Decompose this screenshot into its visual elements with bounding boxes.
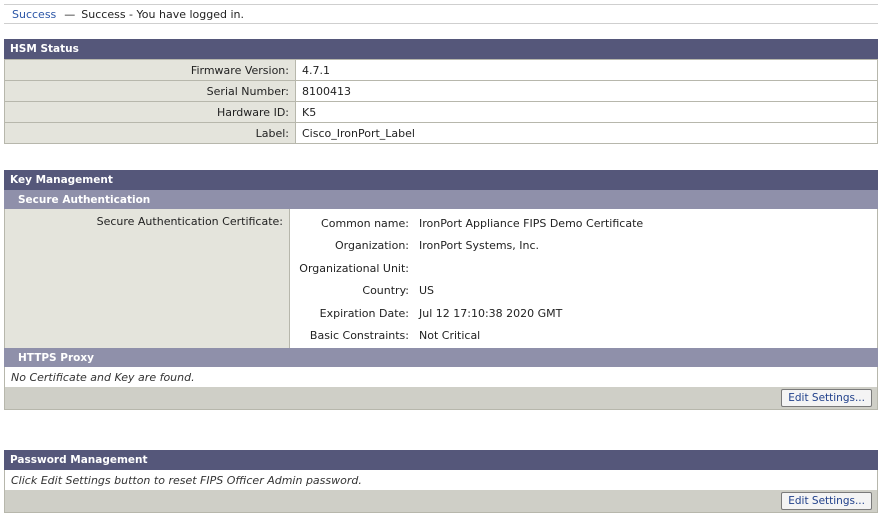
hsm-label: Label: bbox=[4, 122, 296, 144]
cert-field: Organizational Unit: bbox=[290, 257, 877, 280]
hsm-value: Cisco_IronPort_Label bbox=[295, 122, 878, 144]
password-management-panel: Password Management Click Edit Settings … bbox=[4, 450, 878, 513]
hsm-value: K5 bbox=[295, 101, 878, 123]
cert-field-value: IronPort Appliance FIPS Demo Certificate bbox=[419, 216, 644, 230]
https-proxy-title: HTTPS Proxy bbox=[4, 348, 878, 367]
cert-field-value: IronPort Systems, Inc. bbox=[419, 239, 540, 253]
key-management-actions: Edit Settings... bbox=[4, 387, 878, 410]
hsm-label: Firmware Version: bbox=[4, 59, 296, 81]
cert-field-label: Country: bbox=[362, 284, 409, 298]
hsm-row-label: Label: Cisco_IronPort_Label bbox=[4, 122, 878, 144]
cert-field-label: Basic Constraints: bbox=[309, 329, 409, 343]
hsm-row-serial: Serial Number: 8100413 bbox=[4, 80, 878, 102]
success-notice: Success — Success - You have logged in. bbox=[4, 4, 878, 24]
cert-field-value: Not Critical bbox=[419, 329, 481, 343]
cert-field: Basic Constraints: Not Critical bbox=[290, 325, 877, 348]
cert-field-value: Jul 12 17:10:38 2020 GMT bbox=[419, 306, 563, 320]
key-management-panel: Key Management Secure Authentication Sec… bbox=[4, 170, 878, 410]
hsm-row-hardware: Hardware ID: K5 bbox=[4, 101, 878, 123]
cert-field-value: US bbox=[419, 284, 435, 298]
cert-field-label: Common name: bbox=[321, 216, 409, 230]
password-management-actions: Edit Settings... bbox=[4, 490, 878, 513]
hsm-status-panel: HSM Status Firmware Version: 4.7.1 Seria… bbox=[4, 39, 878, 144]
hsm-value: 4.7.1 bbox=[295, 59, 878, 81]
hsm-status-table: Firmware Version: 4.7.1 Serial Number: 8… bbox=[4, 59, 878, 144]
cert-details: Common name: IronPort Appliance FIPS Dem… bbox=[290, 209, 877, 348]
notice-message: Success - You have logged in. bbox=[81, 7, 244, 21]
password-management-message: Click Edit Settings button to reset FIPS… bbox=[4, 470, 878, 490]
notice-type: Success bbox=[12, 7, 57, 21]
cert-label: Secure Authentication Certificate: bbox=[5, 209, 290, 348]
cert-field-label: Organization: bbox=[334, 239, 409, 253]
password-management-edit-settings-button[interactable]: Edit Settings... bbox=[781, 492, 872, 510]
cert-field: Common name: IronPort Appliance FIPS Dem… bbox=[290, 212, 877, 235]
hsm-row-firmware: Firmware Version: 4.7.1 bbox=[4, 59, 878, 81]
cert-field-label: Organizational Unit: bbox=[299, 261, 409, 275]
notice-dash: — bbox=[64, 7, 76, 21]
password-management-title: Password Management bbox=[4, 450, 878, 470]
cert-field: Organization: IronPort Systems, Inc. bbox=[290, 235, 877, 258]
hsm-label: Hardware ID: bbox=[4, 101, 296, 123]
hsm-label: Serial Number: bbox=[4, 80, 296, 102]
cert-field: Expiration Date: Jul 12 17:10:38 2020 GM… bbox=[290, 302, 877, 325]
secure-auth-cert-row: Secure Authentication Certificate: Commo… bbox=[4, 209, 878, 348]
cert-field-label: Expiration Date: bbox=[319, 306, 409, 320]
key-management-edit-settings-button[interactable]: Edit Settings... bbox=[781, 389, 872, 407]
hsm-value: 8100413 bbox=[295, 80, 878, 102]
cert-field: Country: US bbox=[290, 280, 877, 303]
hsm-status-title: HSM Status bbox=[4, 39, 878, 59]
key-management-title: Key Management bbox=[4, 170, 878, 190]
https-proxy-message: No Certificate and Key are found. bbox=[4, 367, 878, 387]
secure-auth-title: Secure Authentication bbox=[4, 190, 878, 209]
